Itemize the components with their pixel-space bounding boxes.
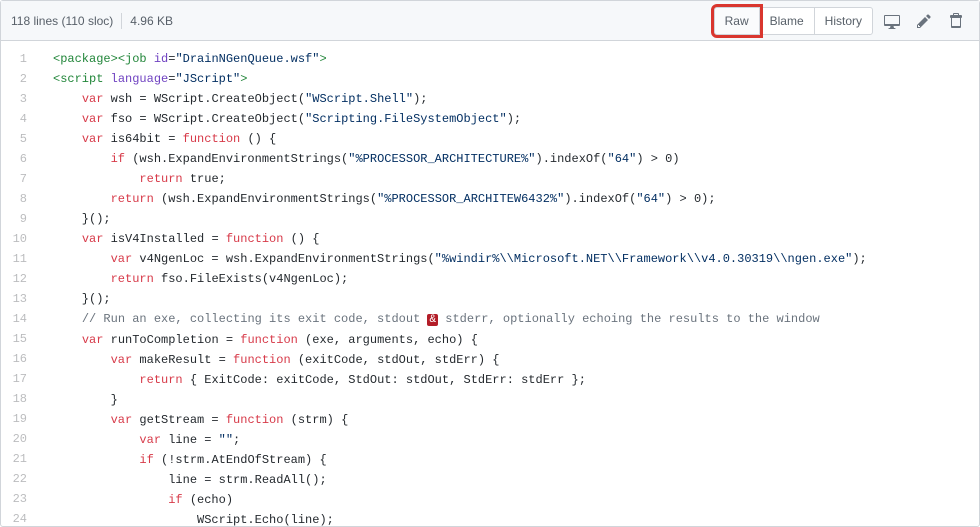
code-line: if (echo) xyxy=(43,490,979,510)
code-line: return (wsh.ExpandEnvironmentStrings("%P… xyxy=(43,189,979,209)
code-line: if (wsh.ExpandEnvironmentStrings("%PROCE… xyxy=(43,149,979,169)
code-content[interactable]: <package><job id="DrainNGenQueue.wsf"><s… xyxy=(43,41,979,526)
pencil-icon[interactable] xyxy=(911,7,937,35)
line-number[interactable]: 17 xyxy=(1,369,33,389)
line-number[interactable]: 24 xyxy=(1,509,33,526)
line-number[interactable]: 6 xyxy=(1,149,33,169)
line-numbers-gutter: 123456789101112131415161718192021222324 xyxy=(1,41,43,526)
file-size: 4.96 KB xyxy=(130,14,173,28)
code-line: <script language="JScript"> xyxy=(43,69,979,89)
file-header: 118 lines (110 sloc) 4.96 KB Raw Blame H… xyxy=(1,1,979,41)
code-line: line = strm.ReadAll(); xyxy=(43,470,979,490)
code-line: return true; xyxy=(43,169,979,189)
file-info: 118 lines (110 sloc) 4.96 KB xyxy=(11,13,173,29)
code-line: var runToCompletion = function (exe, arg… xyxy=(43,330,979,350)
history-button[interactable]: History xyxy=(814,7,873,35)
line-number[interactable]: 22 xyxy=(1,469,33,489)
raw-button[interactable]: Raw xyxy=(714,7,760,35)
code-line: return fso.FileExists(v4NgenLoc); xyxy=(43,269,979,289)
line-number[interactable]: 5 xyxy=(1,129,33,149)
line-number[interactable]: 2 xyxy=(1,69,33,89)
code-line: var makeResult = function (exitCode, std… xyxy=(43,350,979,370)
lines-count: 118 lines (110 sloc) xyxy=(11,14,113,28)
code-line: var line = ""; xyxy=(43,430,979,450)
desktop-icon[interactable] xyxy=(879,7,905,35)
trash-icon[interactable] xyxy=(943,7,969,35)
code-line: WScript.Echo(line); xyxy=(43,510,979,526)
code-line: var fso = WScript.CreateObject("Scriptin… xyxy=(43,109,979,129)
line-number[interactable]: 1 xyxy=(1,49,33,69)
line-number[interactable]: 13 xyxy=(1,289,33,309)
line-number[interactable]: 15 xyxy=(1,329,33,349)
code-line: var v4NgenLoc = wsh.ExpandEnvironmentStr… xyxy=(43,249,979,269)
code-line: var isV4Installed = function () { xyxy=(43,229,979,249)
line-number[interactable]: 20 xyxy=(1,429,33,449)
line-number[interactable]: 23 xyxy=(1,489,33,509)
line-number[interactable]: 14 xyxy=(1,309,33,329)
code-line: if (!strm.AtEndOfStream) { xyxy=(43,450,979,470)
file-actions: Raw Blame History xyxy=(714,7,969,35)
line-number[interactable]: 3 xyxy=(1,89,33,109)
code-line: var is64bit = function () { xyxy=(43,129,979,149)
code-line: return { ExitCode: exitCode, StdOut: std… xyxy=(43,370,979,390)
code-line: var getStream = function (strm) { xyxy=(43,410,979,430)
line-number[interactable]: 8 xyxy=(1,189,33,209)
code-line: } xyxy=(43,390,979,410)
divider xyxy=(121,13,122,29)
code-line: var wsh = WScript.CreateObject("WScript.… xyxy=(43,89,979,109)
line-number[interactable]: 4 xyxy=(1,109,33,129)
line-number[interactable]: 16 xyxy=(1,349,33,369)
line-number[interactable]: 9 xyxy=(1,209,33,229)
text-button-group: Raw Blame History xyxy=(714,7,873,35)
line-number[interactable]: 18 xyxy=(1,389,33,409)
line-number[interactable]: 11 xyxy=(1,249,33,269)
line-number[interactable]: 19 xyxy=(1,409,33,429)
code-line: <package><job id="DrainNGenQueue.wsf"> xyxy=(43,49,979,69)
line-number[interactable]: 7 xyxy=(1,169,33,189)
code-viewer: 123456789101112131415161718192021222324 … xyxy=(1,41,979,526)
line-number[interactable]: 12 xyxy=(1,269,33,289)
code-line: // Run an exe, collecting its exit code,… xyxy=(43,309,979,330)
line-number[interactable]: 21 xyxy=(1,449,33,469)
code-line: }(); xyxy=(43,289,979,309)
code-line: }(); xyxy=(43,209,979,229)
blame-button[interactable]: Blame xyxy=(759,7,815,35)
line-number[interactable]: 10 xyxy=(1,229,33,249)
